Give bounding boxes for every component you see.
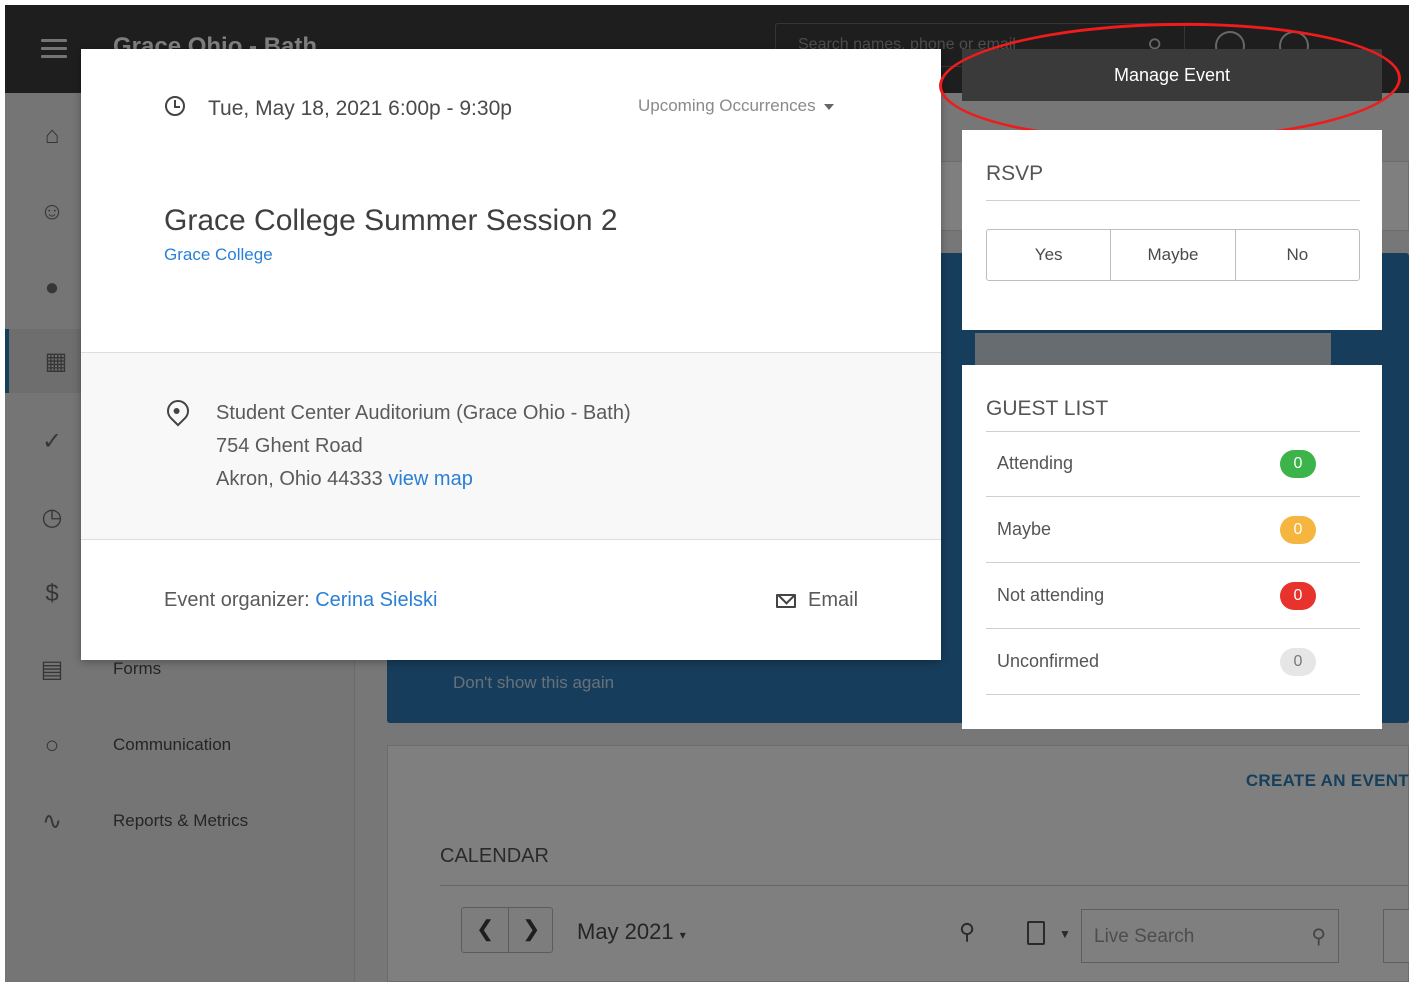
guest-row-unconfirmed[interactable]: Unconfirmed 0	[986, 630, 1360, 695]
event-date-time: Tue, May 18, 2021 6:00p - 9:30p	[208, 97, 512, 120]
count-badge: 0	[1280, 648, 1316, 676]
event-group-link[interactable]: Grace College	[164, 245, 273, 265]
map-pin-icon	[162, 395, 194, 427]
event-organizer: Event organizer: Cerina Sielski	[164, 589, 437, 612]
guest-row-label: Attending	[997, 453, 1074, 473]
view-map-link[interactable]: view map	[388, 468, 472, 490]
rsvp-no-button[interactable]: No	[1236, 230, 1359, 280]
location-name: Student Center Auditorium (Grace Ohio - …	[216, 402, 631, 424]
rsvp-maybe-button[interactable]: Maybe	[1111, 230, 1236, 280]
guest-row-maybe[interactable]: Maybe 0	[986, 498, 1360, 563]
count-badge: 0	[1280, 582, 1316, 610]
divider	[986, 200, 1360, 201]
app-screen: Grace Ohio - Bath Search names, phone or…	[5, 5, 1409, 982]
upcoming-occurrences-dropdown[interactable]: Upcoming Occurrences	[638, 96, 834, 116]
count-badge: 0	[1280, 516, 1316, 544]
event-title: Grace College Summer Session 2	[164, 204, 618, 237]
city-line: Akron, Ohio 44333 view map	[216, 468, 473, 491]
rsvp-panel: RSVP Yes Maybe No	[962, 130, 1382, 330]
guest-row-attending[interactable]: Attending 0	[986, 432, 1360, 497]
city-text: Akron, Ohio 44333	[216, 468, 383, 490]
caret-down-icon	[823, 103, 834, 110]
guest-row-label: Not attending	[997, 585, 1105, 605]
rsvp-yes-button[interactable]: Yes	[987, 230, 1112, 280]
email-organizer-link[interactable]: Email	[808, 589, 858, 612]
guest-row-label: Unconfirmed	[997, 651, 1100, 671]
address-line: 754 Ghent Road	[216, 435, 363, 457]
rsvp-title: RSVP	[986, 162, 1044, 185]
mail-icon[interactable]	[776, 594, 796, 608]
guest-list-panel: GUEST LIST Attending 0 Maybe 0 Not atten…	[962, 365, 1382, 729]
guest-row-label: Maybe	[997, 519, 1052, 539]
guest-list-title: GUEST LIST	[986, 397, 1109, 420]
organizer-name-link[interactable]: Cerina Sielski	[315, 589, 437, 611]
event-detail-modal: Tue, May 18, 2021 6:00p - 9:30p Upcoming…	[81, 49, 941, 660]
organizer-label: Event organizer:	[164, 589, 310, 611]
count-badge: 0	[1280, 450, 1316, 478]
occurrences-label: Upcoming Occurrences	[638, 96, 816, 115]
location-section: Student Center Auditorium (Grace Ohio - …	[81, 352, 941, 540]
clock-icon	[165, 96, 185, 116]
guest-row-not-attending[interactable]: Not attending 0	[986, 564, 1360, 629]
rsvp-button-group: Yes Maybe No	[986, 229, 1360, 281]
